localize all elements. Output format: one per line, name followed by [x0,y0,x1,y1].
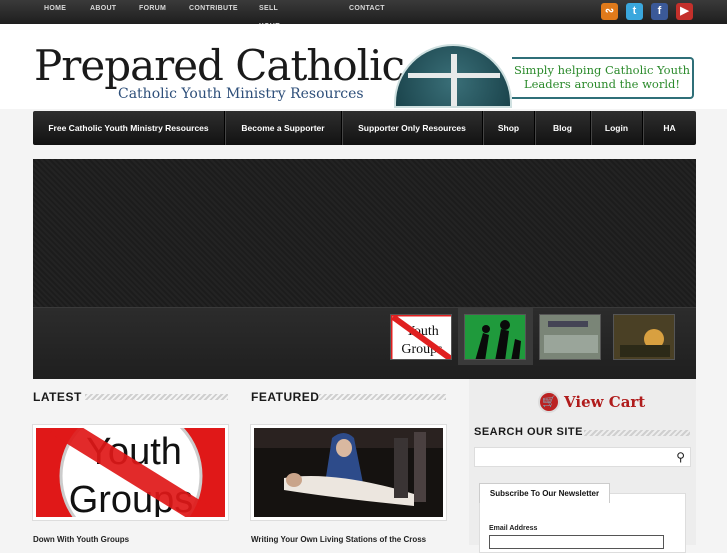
latest-caption[interactable]: Down With Youth Groups [33,535,129,544]
facebook-icon[interactable]: f [651,3,668,20]
top-bar: HOME ABOUT FORUM CONTRIBUTE SELL YOUR ST… [0,0,727,48]
slider-thumb-dollars[interactable] [539,314,601,360]
nav-supporter-only[interactable]: Supporter Only Resources [342,111,483,145]
nav-blog[interactable]: Blog [535,111,591,145]
featured-title: FEATURED [251,390,320,404]
slider-thumb-youth-groups[interactable]: Youth Groups [390,314,452,360]
featured-caption[interactable]: Writing Your Own Living Stations of the … [251,535,426,544]
nav-free-resources[interactable]: Free Catholic Youth Ministry Resources [33,111,225,145]
cross-logo-icon [394,44,512,108]
search-stripes [584,430,690,436]
view-cart-label: View Cart [564,393,646,411]
main-nav: Free Catholic Youth Ministry Resources B… [33,111,696,145]
newsletter-tab: Subscribe To Our Newsletter [479,483,610,503]
latest-title: LATEST [33,390,82,404]
slider-thumb-photo[interactable] [613,314,675,360]
logo-subtitle: Catholic Youth Ministry Resources [118,86,364,102]
top-nav-forum[interactable]: FORUM [139,0,166,18]
search-icon[interactable]: ⚲ [676,450,685,464]
youtube-icon[interactable]: ▶ [676,3,693,20]
search-title: SEARCH OUR SITE [474,426,583,438]
top-nav-about[interactable]: ABOUT [90,0,116,18]
site-header: Prepared Catholic Catholic Youth Ministr… [0,24,727,109]
latest-stripes [85,394,228,400]
nav-ha[interactable]: HA [643,111,696,145]
latest-thumbnail[interactable]: Youth Groups [32,404,229,548]
top-nav-contribute[interactable]: CONTRIBUTE [189,0,238,18]
tagline: Simply helping Catholic Youth Leaders ar… [512,57,694,99]
nav-shop[interactable]: Shop [483,111,535,145]
rss-icon[interactable]: ∾ [601,3,618,20]
sidebar: 🛒 View Cart SEARCH OUR SITE ⚲ Subscribe … [469,379,696,553]
featured-stripes [319,394,446,400]
nav-become-supporter[interactable]: Become a Supporter [225,111,342,145]
social-icons: ∾ t f ▶ [601,3,693,20]
cart-icon: 🛒 [538,391,560,413]
email-field[interactable] [489,535,664,549]
search-input[interactable]: ⚲ [474,447,691,467]
logo-title[interactable]: Prepared Catholic [34,42,405,90]
featured-slider: Youth Groups [33,159,696,379]
nav-login[interactable]: Login [591,111,643,145]
top-nav-home[interactable]: HOME [44,0,66,18]
featured-thumbnail[interactable] [250,424,447,521]
top-nav-contact[interactable]: CONTACT [349,0,385,18]
view-cart-button[interactable]: 🛒 View Cart [538,391,645,413]
slider-thumb-figures[interactable] [464,314,526,360]
twitter-icon[interactable]: t [626,3,643,20]
email-label: Email Address [489,525,538,532]
